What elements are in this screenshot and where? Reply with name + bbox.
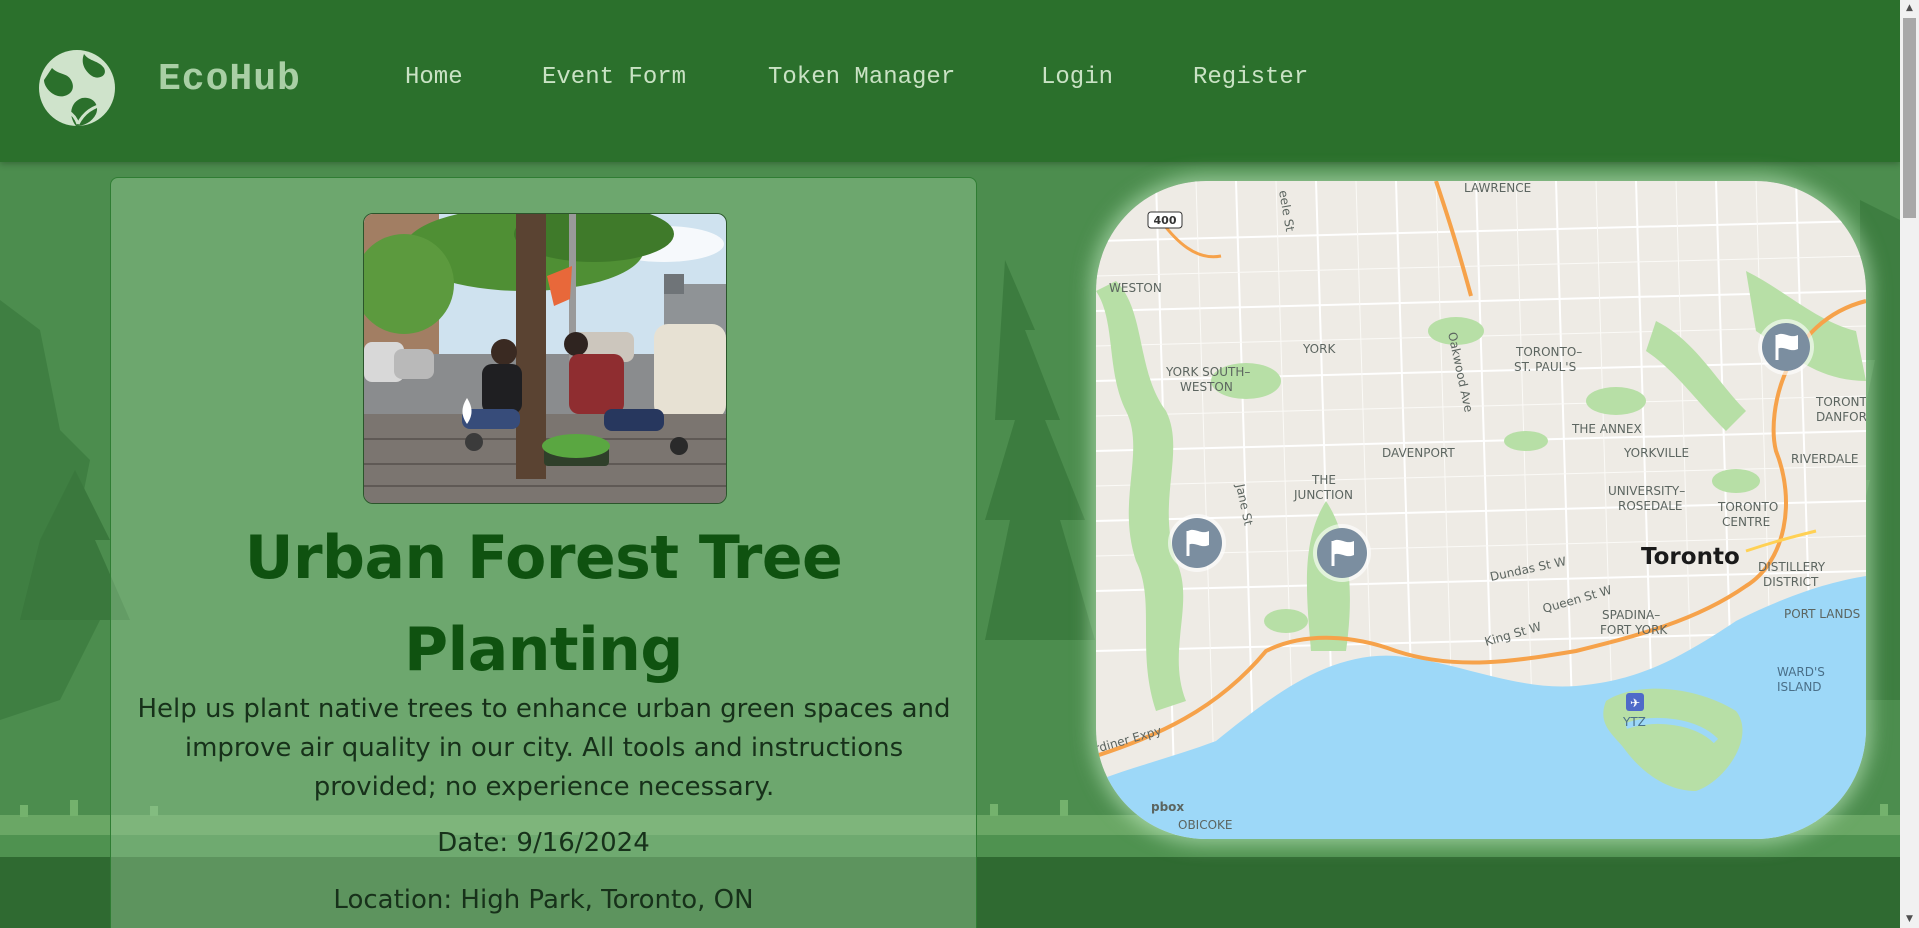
- nav-token-manager[interactable]: Token Manager: [768, 64, 955, 91]
- mapbox-logo: pbox: [1151, 800, 1184, 814]
- flag-pin-icon[interactable]: [1168, 514, 1226, 572]
- map-label-york-south-1: YORK SOUTH–: [1165, 365, 1250, 379]
- map-label-lawrence: LAWRENCE: [1464, 181, 1531, 195]
- airport-icon: ✈: [1630, 696, 1640, 710]
- event-card: Urban Forest Tree Planting Help us plant…: [110, 177, 977, 928]
- event-date: Date: 9/16/2024: [437, 828, 650, 858]
- nav-login[interactable]: Login: [1041, 64, 1113, 91]
- map-label-spadina-2: FORT YORK: [1600, 623, 1668, 637]
- event-map[interactable]: 400 ✈ LAWRENCE eele St WESTON YORK YORK …: [1096, 181, 1866, 839]
- map-label-junction-2: JUNCTION: [1293, 488, 1353, 502]
- site-header: EcoHub Home Event Form Token Manager Log…: [0, 0, 1900, 162]
- map-label-stpauls-1: TORONTO–: [1515, 345, 1582, 359]
- scroll-down-arrow-icon[interactable]: ▼: [1900, 911, 1919, 928]
- map-label-etobicoke: OBICOKE: [1178, 818, 1233, 832]
- map-label-tcentre-2: CENTRE: [1722, 515, 1770, 529]
- map-label-distillery-1: DISTILLERY: [1758, 560, 1826, 574]
- hwy-400-label: 400: [1154, 214, 1177, 227]
- map-label-weston: WESTON: [1109, 281, 1162, 295]
- nav-register[interactable]: Register: [1193, 64, 1308, 91]
- map-label-riverdale: RIVERDALE: [1791, 452, 1859, 466]
- map-label-spadina-1: SPADINA–: [1602, 608, 1660, 622]
- map-label-annex: THE ANNEX: [1571, 422, 1642, 436]
- map-label-york: YORK: [1302, 342, 1336, 356]
- earth-leaves-icon[interactable]: [38, 46, 116, 130]
- scroll-up-arrow-icon[interactable]: ▲: [1900, 0, 1919, 17]
- map-label-junction-1: THE: [1311, 473, 1336, 487]
- flag-pin-icon[interactable]: [1758, 319, 1814, 375]
- map-label-portlands: PORT LANDS: [1784, 607, 1860, 621]
- event-description: Help us plant native trees to enhance ur…: [137, 694, 951, 802]
- brand-name[interactable]: EcoHub: [158, 58, 301, 101]
- map-label-york-south-2: WESTON: [1180, 380, 1233, 394]
- map-label-tcentre-1: TORONTO: [1717, 500, 1778, 514]
- event-location: Location: High Park, Toronto, ON: [333, 885, 754, 915]
- event-title: Urban Forest Tree Planting: [244, 523, 843, 685]
- map-label-distillery-2: DISTRICT: [1763, 575, 1819, 589]
- nav-event-form[interactable]: Event Form: [542, 64, 686, 91]
- map-label-stpauls-2: ST. PAUL'S: [1514, 360, 1576, 374]
- map-label-wards-1: WARD'S: [1777, 665, 1825, 679]
- flag-pin-icon[interactable]: [1313, 524, 1371, 582]
- map-label-city: Toronto: [1641, 544, 1740, 570]
- event-photo: [363, 213, 727, 504]
- map-label-wards-2: ISLAND: [1777, 680, 1822, 694]
- page-scrollbar[interactable]: ▲ ▼: [1900, 0, 1919, 928]
- map-label-danforth-1: TORONT: [1815, 395, 1866, 409]
- map-label-yorkville: YORKVILLE: [1623, 446, 1689, 460]
- scroll-thumb[interactable]: [1903, 18, 1916, 218]
- nav-home[interactable]: Home: [405, 64, 463, 91]
- map-label-danforth-2: DANFOR: [1816, 410, 1866, 424]
- map-label-rosedale-2: ROSEDALE: [1618, 499, 1683, 513]
- map-label-ytz: YTZ: [1622, 715, 1646, 729]
- map-label-davenport: DAVENPORT: [1382, 446, 1455, 460]
- map-label-rosedale-1: UNIVERSITY–: [1608, 484, 1685, 498]
